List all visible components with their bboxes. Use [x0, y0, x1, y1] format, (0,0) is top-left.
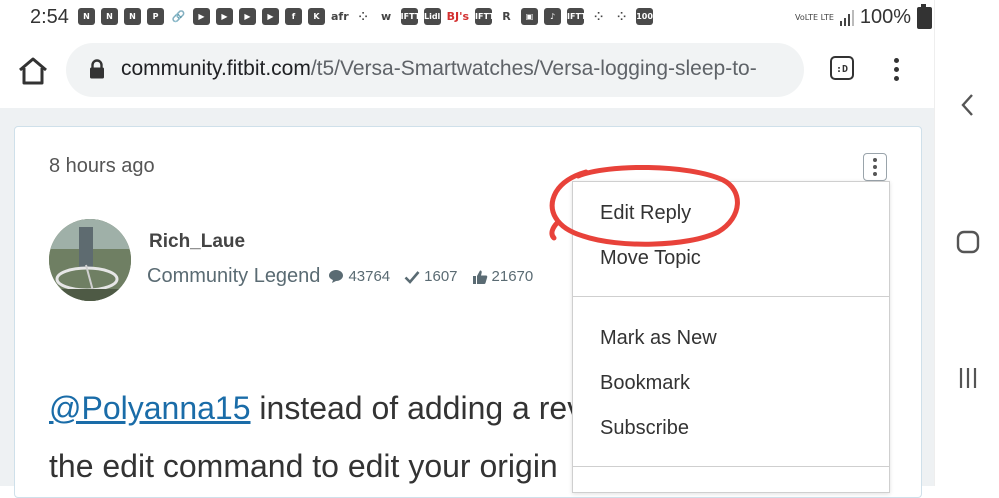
solutions-count: 1607: [424, 268, 458, 285]
thumbs-up-icon: [472, 270, 487, 284]
afr-icon: afr: [331, 10, 349, 23]
url-text[interactable]: community.fitbit.com/t5/Versa-Smartwatch…: [121, 57, 757, 81]
status-bar: 2:54 N N N P 🔗 ▶ ▶ ▶ ▶ f K afr ⁘ w IFTTT…: [0, 0, 934, 34]
battery-percent: 100%: [859, 6, 912, 28]
recents-icon[interactable]: [955, 365, 981, 391]
url-host: community.fitbit.com: [121, 57, 311, 80]
kudos-stat: 21670: [472, 268, 534, 285]
music-icon: ♪: [544, 8, 562, 25]
youtube-icon: ▶: [193, 8, 210, 25]
ifttt-icon: IFTTT: [400, 8, 418, 25]
battery-app-icon: 100: [636, 8, 654, 25]
menu-divider: [573, 466, 889, 467]
ifttt-icon: IFTTT: [567, 8, 585, 25]
youtube-icon: ▶: [216, 8, 233, 25]
post-options-button[interactable]: [863, 153, 887, 181]
notification-icon: N: [124, 8, 141, 25]
menu-item-edit-reply[interactable]: Edit Reply: [600, 202, 691, 225]
menu-item-subscribe[interactable]: Subscribe: [600, 417, 689, 440]
reply-text: instead of adding a rev: [250, 390, 584, 426]
author-meta: Community Legend 43764 1607 21670: [147, 265, 541, 288]
notification-icon: N: [78, 8, 95, 25]
status-time: 2:54: [30, 6, 69, 28]
menu-item-mark-as-new[interactable]: Mark as New: [600, 327, 717, 350]
kudos-count: 21670: [491, 268, 534, 285]
browser-menu-button[interactable]: [888, 55, 904, 85]
dot-icon: [873, 165, 877, 169]
page-content: 8 hours ago Rich_Laue Community Legend 4…: [0, 108, 934, 498]
lock-icon[interactable]: [88, 59, 106, 79]
reply-line-2: the edit command to edit your origin: [49, 448, 558, 484]
checkmark-icon: [404, 270, 420, 284]
dot-icon: [893, 67, 899, 72]
android-nav-bar: [934, 0, 999, 486]
post-timestamp: 8 hours ago: [49, 155, 155, 177]
w-app-icon: w: [381, 10, 392, 23]
avatar-image: [49, 219, 131, 301]
address-bar[interactable]: community.fitbit.com/t5/Versa-Smartwatch…: [66, 43, 804, 97]
speech-bubble-icon: [329, 270, 344, 283]
fitbit-icon: ⁘: [616, 10, 627, 23]
home-nav-icon[interactable]: [955, 229, 981, 255]
menu-divider: [573, 296, 889, 297]
user-mention-link[interactable]: @Polyanna15: [49, 390, 251, 426]
r-app-icon: R: [502, 10, 511, 23]
back-icon[interactable]: [955, 92, 981, 118]
dot-icon: [893, 76, 899, 81]
network-icon: VoLTE LTE: [795, 13, 834, 22]
notification-icons: N N N P 🔗 ▶ ▶ ▶ ▶ f K afr ⁘ w IFTTT Lidl…: [78, 8, 654, 25]
pinterest-icon: P: [147, 8, 164, 25]
lidl-icon: Lidl: [423, 8, 441, 25]
ifttt-icon: IFTTT: [475, 8, 493, 25]
posts-stat: 43764: [328, 268, 390, 285]
dot-icon: [893, 58, 899, 63]
dot-icon: [873, 158, 877, 162]
author-rank: Community Legend: [147, 265, 321, 287]
author-name[interactable]: Rich_Laue: [149, 231, 245, 253]
k-app-icon: K: [308, 8, 325, 25]
menu-item-move-topic[interactable]: Move Topic: [600, 247, 701, 270]
menu-item-bookmark[interactable]: Bookmark: [600, 372, 690, 395]
link-icon: 🔗: [171, 10, 186, 23]
bjs-icon: BJ's: [446, 10, 470, 23]
signal-icon: [839, 9, 854, 26]
dot-icon: [873, 172, 877, 176]
url-path: /t5/Versa-Smartwatches/Versa-logging-sle…: [310, 57, 757, 80]
home-icon[interactable]: [16, 54, 50, 88]
solutions-stat: 1607: [404, 268, 458, 285]
status-right: VoLTE LTE 100%: [795, 3, 933, 29]
posts-count: 43764: [348, 268, 391, 285]
youtube-icon: ▶: [262, 8, 279, 25]
fitbit-icon: ⁘: [358, 10, 368, 23]
image-icon: ▣: [521, 8, 539, 25]
facebook-icon: f: [285, 8, 302, 25]
youtube-icon: ▶: [239, 8, 256, 25]
tab-switcher-button[interactable]: :D: [830, 56, 854, 80]
notification-icon: N: [101, 8, 118, 25]
grid-icon: ⁘: [593, 10, 604, 23]
battery-icon: [917, 3, 933, 29]
reply-line-1: @Polyanna15 instead of adding a rev: [49, 379, 589, 437]
reply-body: @Polyanna15 instead of adding a rev the …: [49, 379, 589, 495]
post-options-menu: Edit Reply Move Topic Mark as New Bookma…: [572, 181, 890, 493]
avatar[interactable]: [49, 219, 131, 301]
browser-toolbar: community.fitbit.com/t5/Versa-Smartwatch…: [0, 34, 934, 109]
